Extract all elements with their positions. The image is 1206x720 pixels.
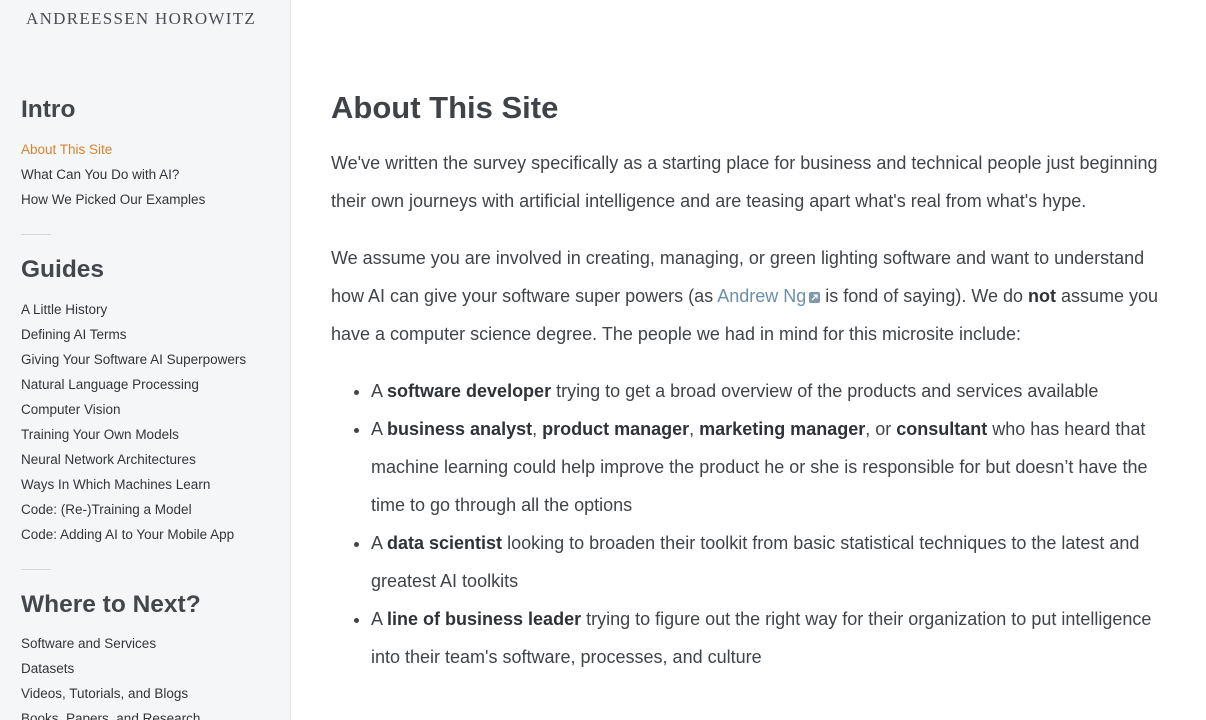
main-content: About This Site We've written the survey… <box>331 88 1161 676</box>
intro-paragraph: We've written the survey specifically as… <box>331 153 1158 211</box>
nav-heading-where-next: Where to Next? <box>21 591 201 618</box>
role-term: product manager <box>542 419 690 439</box>
nav-item-software-services[interactable]: Software and Services <box>21 631 201 656</box>
emphasis-not: not <box>1028 286 1057 306</box>
nav-section-where-next: Where to Next? Software and Services Dat… <box>21 590 201 720</box>
nav-item-videos-tutorials[interactable]: Videos, Tutorials, and Blogs <box>21 681 201 706</box>
nav-divider <box>21 569 51 570</box>
andrew-ng-link[interactable]: Andrew Ng <box>717 286 821 306</box>
nav-item-nlp[interactable]: Natural Language Processing <box>21 372 246 397</box>
role-term: software developer <box>387 381 552 401</box>
role-term: business analyst <box>387 419 533 439</box>
nav-section-intro: Intro About This Site What Can You Do wi… <box>21 95 205 212</box>
nav-item-how-we-picked[interactable]: How We Picked Our Examples <box>21 187 205 212</box>
nav-item-books-papers[interactable]: Books, Papers, and Research <box>21 706 201 720</box>
nav-item-ai-superpowers[interactable]: Giving Your Software AI Superpowers <box>21 347 246 372</box>
list-item: A software developer trying to get a bro… <box>371 372 1161 410</box>
list-item: A business analyst, product manager, mar… <box>371 410 1161 524</box>
nav-item-little-history[interactable]: A Little History <box>21 297 246 322</box>
nav-item-computer-vision[interactable]: Computer Vision <box>21 397 246 422</box>
nav-item-defining-ai-terms[interactable]: Defining AI Terms <box>21 322 246 347</box>
nav-item-datasets[interactable]: Datasets <box>21 656 201 681</box>
role-term: data scientist <box>387 533 503 553</box>
audience-paragraph: We assume you are involved in creating, … <box>331 239 1161 353</box>
nav-item-about-this-site[interactable]: About This Site <box>21 137 205 162</box>
nav-item-code-mobile-app[interactable]: Code: Adding AI to Your Mobile App <box>21 522 246 547</box>
text: is fond of saying). We do <box>820 286 1029 306</box>
nav-item-training-models[interactable]: Training Your Own Models <box>21 422 246 447</box>
role-term: marketing manager <box>699 419 866 439</box>
sidebar: ANDREESSEN HOROWITZ Intro About This Sit… <box>0 0 291 720</box>
external-link-icon <box>809 292 821 303</box>
role-term: line of business leader <box>387 609 582 629</box>
role-term: consultant <box>896 419 988 439</box>
nav-section-guides: Guides A Little History Defining AI Term… <box>21 255 246 547</box>
nav-heading-intro: Intro <box>21 96 76 123</box>
nav-item-what-can-you-do[interactable]: What Can You Do with AI? <box>21 162 205 187</box>
nav-divider <box>21 234 51 235</box>
nav-item-code-retraining[interactable]: Code: (Re-)Training a Model <box>21 497 246 522</box>
page-title: About This Site <box>331 90 559 125</box>
list-item: A line of business leader trying to figu… <box>371 600 1161 676</box>
list-item: A data scientist looking to broaden thei… <box>371 524 1161 600</box>
site-logo[interactable]: ANDREESSEN HOROWITZ <box>26 9 256 29</box>
nav-item-ways-machines-learn[interactable]: Ways In Which Machines Learn <box>21 472 246 497</box>
nav-item-nn-architectures[interactable]: Neural Network Architectures <box>21 447 246 472</box>
audience-list: A software developer trying to get a bro… <box>331 372 1161 676</box>
nav-heading-guides: Guides <box>21 256 105 283</box>
